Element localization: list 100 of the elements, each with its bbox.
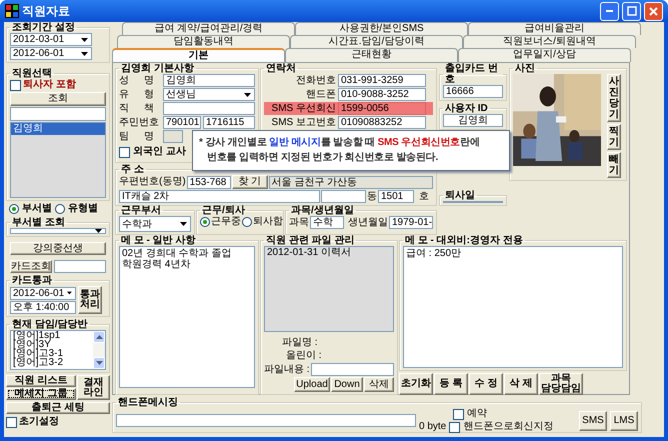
app-icon [5,4,19,18]
memo-action-button[interactable]: 수 정 [469,373,503,395]
class-list-item[interactable]: [영어]고3-2 [11,358,93,367]
address-field[interactable]: IT캐슬 2차 [119,190,320,203]
memo-action-button[interactable]: 등 록 [434,373,468,395]
tab[interactable]: 직원보너스/퇴원내역 [463,35,636,48]
dropdown-field[interactable]: 2012-06-01 [10,47,92,60]
caret-icon [180,222,187,226]
dropdown-field[interactable]: 선생님 [163,88,255,101]
radio-button[interactable] [55,204,65,214]
card-lookup-button[interactable]: 카드조회 [10,260,52,273]
checkbox-label: 퇴사자 포함 [23,79,76,91]
radio-label: 근무중 [211,216,241,228]
photo-button[interactable]: 빼기 [607,152,621,178]
memo-field[interactable]: 02년 경희대 수학과 졸업 학원경력 4년차 [119,246,255,388]
phone-field[interactable]: 010-9088-3252 [338,88,426,101]
checkbox-label: 초기설정 [19,416,59,428]
file-button[interactable]: Upload [294,377,330,392]
time-field[interactable]: 오후 1:40:00 [10,300,76,314]
city-field[interactable]: 서울 금천구 가산동 [268,176,433,188]
window-title: 직원자료 [22,2,71,20]
tab[interactable]: 급여 계약/급여관리/경력 [122,22,295,35]
user-id-field[interactable]: 김영희 [443,114,503,127]
checkbox-label: 외국인 [133,146,163,158]
tab[interactable]: 시간표.담임/담당이력 [290,35,463,48]
memo-action-button[interactable]: 초기화 [399,373,433,395]
team-field[interactable] [163,130,183,143]
close-icon [649,6,658,16]
tab[interactable]: 근태현황 [285,48,458,62]
checkbox-label: 교사 [166,146,186,158]
send-button[interactable]: LMS [610,410,638,430]
class-list-item[interactable]: [영어]고3-1 [11,349,93,358]
phone-field[interactable]: 031-991-3259 [338,74,426,87]
tab[interactable]: 업무일지/상담 [458,48,631,62]
field-label: SMS 보고번호 [270,116,336,128]
pass-button[interactable]: 통과 처리 [78,286,102,314]
card-number-field[interactable]: 16666 [443,85,503,98]
staff-list-item[interactable]: 김영희 [11,123,105,135]
checkbox[interactable] [453,408,464,420]
group-label: 부서별 조회 [11,217,66,228]
file-content-field[interactable] [310,363,394,376]
search-button[interactable]: 조회 [10,92,106,106]
field-label: 유 형 [119,88,155,100]
caret-icon [81,38,88,42]
commute-button[interactable]: 출퇴근 세팅 [6,402,110,414]
dong-field[interactable] [321,190,366,203]
caret-icon [244,92,251,96]
checkbox-label: 핸드폰으로회신지정 [463,421,554,433]
dropdown-field[interactable]: 2012-06-01 [10,286,76,300]
checkbox[interactable] [449,422,460,432]
tab[interactable]: 사용권한/본인SMS [295,22,468,35]
zip-field[interactable]: 153-768 [186,176,231,188]
minimize-button[interactable] [600,2,619,20]
position-field[interactable] [163,102,255,115]
group-label: 카드통과 [11,275,53,286]
message-field[interactable] [116,414,416,427]
file-button[interactable]: Down [331,377,363,392]
dropdown-field[interactable] [10,228,106,234]
send-button[interactable]: SMS [579,410,607,430]
caret-icon [95,229,102,233]
maximize-icon [626,6,636,16]
id-field[interactable]: 1716115 [203,116,255,129]
file-list-item[interactable]: 2012-01-31 이력서 [265,247,393,259]
memo-action-button[interactable]: 과목 담당담임 [539,373,583,395]
tab[interactable]: 담임활동내역 [117,35,290,48]
close-button[interactable] [644,2,663,20]
card-field[interactable] [54,260,106,273]
tab[interactable]: 급여비율관리 [468,22,641,35]
staff-list-button[interactable]: 직원 리스트 [6,375,76,387]
photo-button[interactable]: 찍기 [607,124,621,150]
checkbox[interactable] [10,80,21,90]
phone-field[interactable]: 01090883252 [338,116,426,129]
tab[interactable]: 기본 [112,48,285,62]
memo-action-button[interactable]: 삭 제 [504,373,538,395]
name-field[interactable]: 김영희 [163,74,255,87]
group-label: 현재 담임/담당반 [11,319,89,330]
radio-button[interactable] [200,217,210,227]
group-label: 근무부서 [120,205,162,216]
dropdown-field[interactable]: 수학과 [119,216,191,232]
birth-field[interactable]: 1979-01- [389,216,433,229]
find-button[interactable]: 찾 기 [232,175,268,189]
checkbox[interactable] [119,146,130,158]
class-list-item[interactable]: [영어]3Y [11,340,93,349]
radio-button[interactable] [242,217,252,227]
lecture-button[interactable]: 강의중선생 [10,242,106,255]
checkbox[interactable] [6,416,17,428]
field-label: 전화번호 [295,74,336,86]
subject-field[interactable]: 수학 [310,216,344,229]
private-memo-field[interactable]: 급여 : 250만 [403,246,623,368]
file-button[interactable]: 삭제 [364,377,394,392]
scroll-bar[interactable] [93,331,105,369]
search-field[interactable] [10,107,106,121]
maximize-button[interactable] [622,2,641,20]
ho-field[interactable]: 1501 [378,190,414,203]
approval-button[interactable]: 결재 라인 [77,375,110,400]
radio-button[interactable] [9,204,19,214]
dropdown-field[interactable]: 2012-03-01 [10,33,92,46]
photo-button[interactable]: 사진당기 [607,74,621,122]
phone-field[interactable]: 1599-0056 [338,102,426,115]
id-field[interactable]: 790101 [163,116,201,129]
